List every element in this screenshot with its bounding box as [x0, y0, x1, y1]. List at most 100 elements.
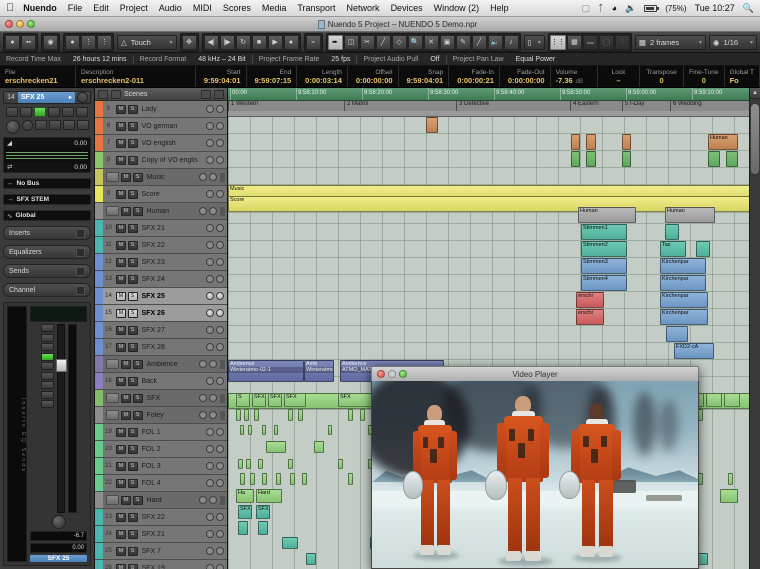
channel-eq-display[interactable] [30, 306, 87, 322]
audio-event-clip[interactable] [250, 473, 255, 485]
track-record-enable-icon[interactable] [206, 547, 214, 555]
info-field-end[interactable]: End 9:59:07:15 [247, 66, 298, 87]
track-record-enable-icon[interactable] [206, 530, 214, 538]
audio-event-clip[interactable] [348, 473, 353, 485]
track-row[interactable]: 21 M S FOL 3 [95, 458, 227, 475]
track-mute-button[interactable]: M [116, 376, 126, 386]
audio-event-clip[interactable] [360, 409, 365, 421]
scissors-icon[interactable]: ✂ [359, 34, 375, 50]
track-solo-button[interactable]: S [127, 529, 138, 539]
track-record-enable-icon[interactable] [206, 326, 214, 334]
track-record-enable-icon[interactable] [206, 190, 214, 198]
track-record-enable-icon[interactable] [199, 496, 207, 504]
track-name[interactable]: SFX 28 [138, 344, 207, 351]
record-icon[interactable]: ● [283, 34, 299, 50]
channel-pan-readout[interactable]: 0.00 [30, 543, 87, 553]
track-row[interactable]: 15 M S SFX 26 [95, 305, 227, 322]
audio-event-clip[interactable] [571, 151, 580, 167]
track-record-enable-icon[interactable] [206, 275, 214, 283]
track-monitor-icon[interactable] [216, 224, 224, 232]
minimize-button[interactable] [16, 20, 24, 28]
audio-event-clip[interactable]: Kirchenpar [660, 275, 706, 291]
track-color-strip[interactable] [95, 220, 103, 236]
track-solo-button[interactable]: S [132, 172, 143, 182]
audio-event-clip[interactable] [282, 537, 298, 549]
track-color-strip[interactable] [95, 203, 103, 219]
track-row[interactable]: 19 M S FOL 1 [95, 424, 227, 441]
stop-icon[interactable]: ■ [251, 34, 267, 50]
audio-event-clip[interactable]: Human [665, 207, 715, 223]
audio-event-clip[interactable]: Human [578, 207, 636, 223]
menu-item-scores[interactable]: Scores [223, 3, 251, 13]
audio-event-clip[interactable] [426, 117, 438, 133]
marker-event[interactable]: 3 Detective [456, 101, 570, 111]
track-row[interactable]: 10 M S SFX 21 [95, 220, 227, 237]
audio-event-clip[interactable] [262, 425, 266, 435]
track-mute-button[interactable]: M [121, 410, 131, 420]
track-name[interactable]: VO german [138, 123, 207, 130]
inspector-lane-button[interactable] [48, 120, 61, 130]
track-name[interactable]: SFX 27 [138, 327, 207, 334]
track-row[interactable]: 16 M S SFX 27 [95, 322, 227, 339]
audio-event-clip[interactable] [238, 459, 243, 469]
info-field-fade-in[interactable]: Fade-In 0:00:00:21 [449, 66, 500, 87]
track-monitor-icon[interactable] [216, 479, 224, 487]
track-row[interactable]: 11 M S SFX 22 [95, 237, 227, 254]
track-monitor-icon[interactable] [216, 547, 224, 555]
bypass-icon[interactable] [77, 92, 88, 103]
close-button[interactable] [5, 20, 13, 28]
track-monitor-icon[interactable] [216, 513, 224, 521]
channel-send-button[interactable] [40, 390, 54, 399]
audio-event-clip[interactable]: Human [708, 134, 738, 150]
x-icon[interactable]: ✕ [423, 34, 439, 50]
audio-event-clip[interactable]: Amb Winteratmo [304, 360, 334, 382]
audio-event-clip[interactable] [720, 489, 738, 503]
track-mute-button[interactable]: M [116, 325, 126, 335]
track-row[interactable]: M S SFX [95, 390, 227, 407]
snap-mode-b-icon[interactable]: ◯ [598, 34, 614, 50]
menu-item-transport[interactable]: Transport [297, 3, 335, 13]
track-name[interactable]: VO english [138, 140, 207, 147]
track-mute-button[interactable]: M [121, 172, 131, 182]
track-monitor-icon[interactable] [216, 530, 224, 538]
channel-volume-fader[interactable] [55, 324, 67, 513]
automation-trim-icon[interactable]: ⋮ [97, 34, 112, 50]
magnifier-icon[interactable]: 🔍 [407, 34, 423, 50]
track-row[interactable]: 25 M S SFX 7 [95, 543, 227, 560]
track-row[interactable]: 5 M S Lady [95, 101, 227, 118]
info-field-start[interactable]: Start 9:59:04:01 [196, 66, 247, 87]
audio-event-clip[interactable] [706, 393, 722, 407]
track-row[interactable]: M S Music [95, 169, 227, 186]
track-name[interactable]: SFX 22 [138, 242, 207, 249]
nudge-icon[interactable]: ✥ [181, 34, 197, 50]
track-name[interactable]: Back [138, 378, 207, 385]
menu-item-nuendo[interactable]: Nuendo [23, 3, 57, 13]
info-field-fine-tune[interactable]: Fine-Tune 0 [684, 66, 725, 87]
track-mute-button[interactable]: M [116, 189, 126, 199]
apple-icon[interactable]:  [6, 2, 14, 14]
track-solo-button[interactable]: S [127, 138, 138, 148]
audio-event-clip[interactable] [258, 521, 268, 535]
track-color-strip[interactable] [95, 543, 103, 559]
audio-event-clip[interactable] [262, 473, 267, 485]
fader-knob[interactable] [55, 358, 67, 372]
audio-event-clip[interactable]: Stimmen3 [581, 258, 627, 274]
edit-icon[interactable] [111, 89, 121, 99]
track-row[interactable]: 13 M S SFX 24 [95, 271, 227, 288]
audio-event-clip[interactable] [298, 409, 303, 421]
audio-event-clip[interactable] [726, 151, 738, 167]
audio-event-clip[interactable] [290, 473, 295, 485]
video-player-canvas[interactable] [371, 381, 699, 569]
automation-mode-select[interactable]: △ Touch ▾ [117, 34, 177, 50]
track-solo-button[interactable]: S [132, 393, 143, 403]
inspector-track-header[interactable]: 14 SFX 25 ▸ [3, 91, 91, 104]
track-record-enable-icon[interactable] [199, 394, 207, 402]
track-color-strip[interactable] [95, 458, 103, 474]
track-row[interactable]: 8 M S Copy of VO englis [95, 152, 227, 169]
track-solo-button[interactable]: S [127, 325, 138, 335]
track-name[interactable]: Ambience [143, 361, 200, 368]
track-name[interactable]: Hard [143, 497, 200, 504]
track-solo-button[interactable]: S [127, 444, 138, 454]
show-event-infoline-icon[interactable]: ▪▪ [21, 34, 36, 50]
track-solo-button[interactable]: S [127, 546, 138, 556]
